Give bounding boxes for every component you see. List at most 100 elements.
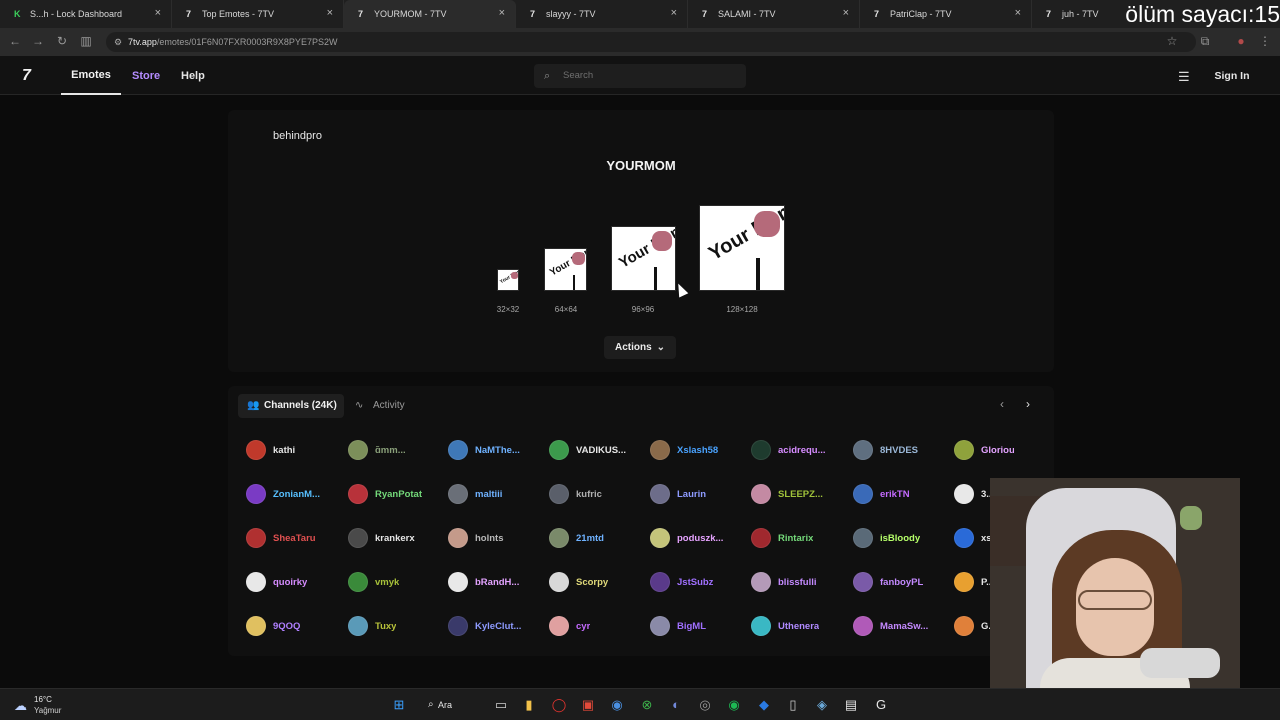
channel-user[interactable]: Scorpy [549,571,644,593]
channel-user[interactable]: kufric [549,483,644,505]
channel-user[interactable]: SLEEPZ... [751,483,846,505]
windows-start-icon[interactable]: ⊞ [390,696,408,714]
nav-store[interactable]: Store [132,56,160,95]
7tv-logo[interactable]: 7 [22,67,31,85]
channel-username: poduszk... [677,532,724,544]
channel-user[interactable]: JstSubz [650,571,745,593]
channel-user[interactable]: RyanPotat [348,483,443,505]
chrome-icon[interactable]: ◉ [608,696,626,714]
channel-user[interactable]: 9QOQ [246,615,341,637]
previous-page-icon[interactable]: ‹ [1000,397,1004,411]
emote-preview-96[interactable]: Your Mom [611,226,676,291]
channel-user[interactable]: ZonianM... [246,483,341,505]
stream-overlay-text: ölüm sayacı:15 [1119,0,1280,28]
browser-tab[interactable]: 7 Top Emotes - 7TV × [172,0,344,28]
emote-owner[interactable]: behindpro [273,130,322,142]
emote-preview-128[interactable]: Your Mom [699,205,785,291]
actions-dropdown-button[interactable]: Actions ⌄ [604,336,676,359]
obs-icon[interactable]: ◎ [696,696,714,714]
channel-user[interactable]: Laurin [650,483,745,505]
channel-user[interactable]: VADIKUS... [549,439,644,461]
opera-icon[interactable]: ◯ [550,696,568,714]
file-icon[interactable]: ▯ [784,696,802,714]
file-explorer-icon[interactable]: ▮ [520,696,538,714]
channel-user[interactable]: bRandH... [448,571,543,593]
channel-username: kathi [273,444,296,456]
channel-user[interactable]: 8HVDES [853,439,948,461]
avatar [246,484,266,504]
browser-tab[interactable]: 7 YOURMOM - 7TV × [344,0,516,28]
tab-channels[interactable]: 👥 Channels (24K) [238,394,344,418]
channel-user[interactable]: cyr [549,615,644,637]
close-icon[interactable]: × [327,7,333,19]
close-icon[interactable]: × [155,7,161,19]
channel-user[interactable]: BigML [650,615,745,637]
browser-tab[interactable]: K S...h - Lock Dashboard × [0,0,172,28]
spotify-icon[interactable]: ◉ [725,696,743,714]
channel-user[interactable]: erikTN [853,483,948,505]
channel-user[interactable]: poduszk... [650,527,745,549]
channel-user[interactable]: krankerx [348,527,443,549]
channel-user[interactable]: isBloody [853,527,948,549]
search-input[interactable]: ⌕ Search [534,64,746,88]
site-info-icon[interactable]: ⚙ [114,32,122,52]
close-icon[interactable]: × [843,7,849,19]
emote-preview-32[interactable]: Your Mom [497,269,519,291]
forward-icon[interactable]: → [31,34,45,48]
steam-icon[interactable]: ◈ [813,696,831,714]
channel-user[interactable]: Tuxy [348,615,443,637]
next-page-icon[interactable]: › [1026,397,1030,411]
epic-games-icon[interactable]: ▤ [842,696,860,714]
task-view-icon[interactable]: ▭ [492,696,510,714]
tab-activity[interactable]: ∿ Activity [355,394,405,418]
taskbar-search[interactable]: ⌕ Ara [428,695,472,715]
app-icon-g[interactable]: G [872,696,890,714]
channel-user[interactable]: quoirky [246,571,341,593]
emote-preview-64[interactable]: Your Mom [544,248,587,291]
channel-username: SLEEPZ... [778,488,823,500]
hamburger-menu-icon[interactable]: ☰ [1178,69,1190,85]
extensions-icon[interactable]: ⧉ [1198,34,1212,49]
address-bar[interactable]: ⚙ 7tv.app/emotes/01F6N07FXR0003R9X8PYE7P… [106,32,1196,52]
close-icon[interactable]: × [671,7,677,19]
app-icon[interactable]: ▣ [579,696,597,714]
sign-in-button[interactable]: Sign In [1206,67,1258,85]
profile-avatar-icon[interactable]: ● [1234,34,1248,48]
reload-icon[interactable]: ↻ [55,34,69,48]
channel-user[interactable]: Rintarix [751,527,846,549]
close-icon[interactable]: × [1015,7,1021,19]
back-icon[interactable]: ← [8,34,22,48]
channel-user[interactable]: vmyk [348,571,443,593]
channel-user[interactable]: Uthenera [751,615,846,637]
channel-user[interactable]: Glorious... [954,439,1014,461]
channel-user[interactable]: MamaSw... [853,615,948,637]
channel-user[interactable]: acidrequ... [751,439,846,461]
avatar [853,616,873,636]
channel-user[interactable]: fanboyPL [853,571,948,593]
channel-user[interactable]: holnts [448,527,543,549]
app-icon-blue[interactable]: ◆ [755,696,773,714]
xbox-icon[interactable]: ⊗ [638,696,656,714]
discord-icon[interactable]: ◐ [667,696,685,714]
nav-emotes[interactable]: Emotes [61,56,121,95]
close-icon[interactable]: × [499,7,505,19]
channel-user[interactable]: kathi [246,439,341,461]
side-panel-icon[interactable]: ▥ [79,34,93,48]
channel-user[interactable]: 21mtd [549,527,644,549]
bookmark-star-icon[interactable]: ☆ [1165,34,1179,48]
channel-username: cyr [576,620,591,632]
channel-user[interactable]: SheaTaru [246,527,341,549]
browser-menu-icon[interactable]: ⋮ [1258,34,1272,48]
channel-user[interactable]: blissfulli [751,571,846,593]
browser-tab[interactable]: 7 PatriClap - 7TV × [860,0,1032,28]
channel-user[interactable]: ɑ̃mm... [348,439,443,461]
channel-user[interactable]: Xslash58 [650,439,745,461]
channel-user[interactable]: maltiii [448,483,543,505]
avatar [650,484,670,504]
browser-tab[interactable]: 7 SALAMI - 7TV × [688,0,860,28]
channel-user[interactable]: NaMThe... [448,439,543,461]
channel-user[interactable]: KyleClut... [448,615,543,637]
browser-tab[interactable]: 7 slayyy - 7TV × [516,0,688,28]
nav-help[interactable]: Help [181,56,205,95]
avatar [954,616,974,636]
